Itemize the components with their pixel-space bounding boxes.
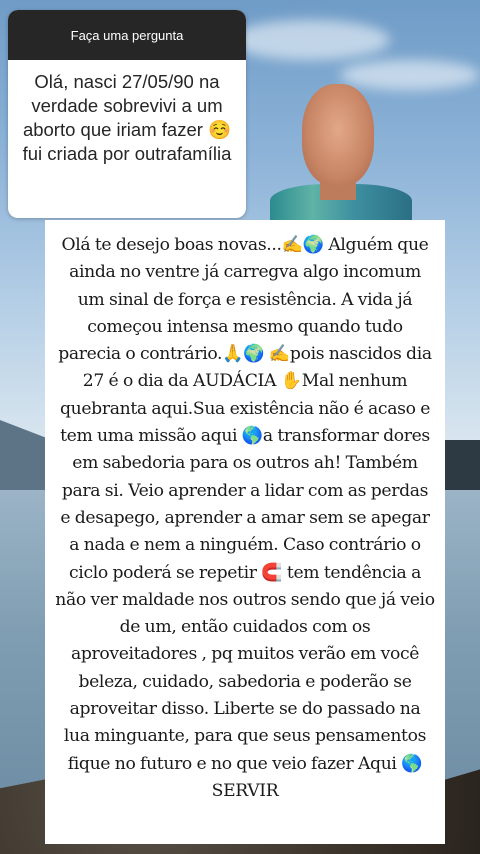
question-card: Faça uma pergunta Olá, nasci 27/05/90 na…: [8, 10, 246, 218]
question-card-header: Faça uma pergunta: [8, 10, 246, 60]
cloud: [230, 20, 390, 60]
reply-text: Olá te desejo boas novas...✍️🌍 Alguém qu…: [55, 235, 435, 801]
profile-photo-icon: [270, 80, 412, 226]
question-card-header-label: Faça uma pergunta: [70, 27, 184, 43]
question-card-text: Olá, nasci 27/05/90 na verdade sobrevivi…: [22, 71, 232, 164]
reply-text-box: Olá te desejo boas novas...✍️🌍 Alguém qu…: [45, 220, 445, 844]
head: [302, 84, 374, 186]
ship: [442, 440, 480, 490]
